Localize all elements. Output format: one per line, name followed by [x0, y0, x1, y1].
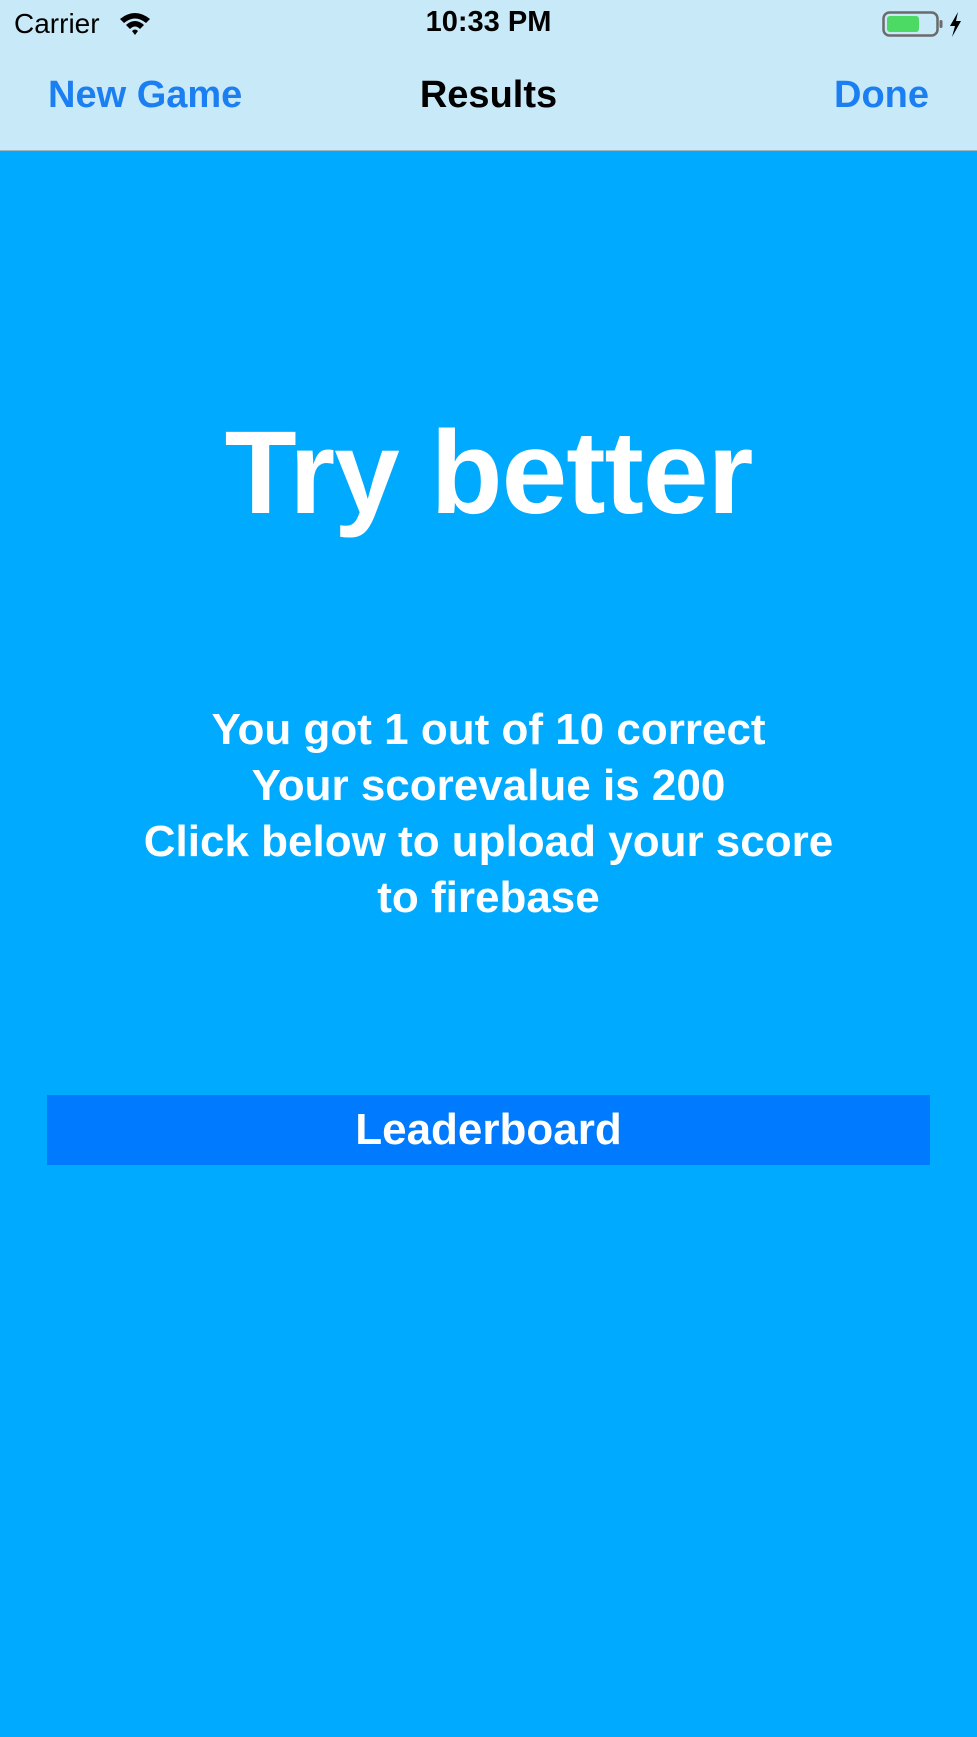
upload-instruction-line-2: to firebase — [377, 873, 600, 922]
score-value-line: Your scorevalue is 200 — [251, 761, 726, 810]
battery-icon — [882, 11, 961, 37]
done-button[interactable]: Done — [834, 74, 929, 117]
result-message: You got 1 out of 10 correct Your scoreva… — [110, 702, 867, 926]
leaderboard-button[interactable]: Leaderboard — [47, 1095, 930, 1165]
navigation-bar: New Game Results Done — [0, 48, 977, 150]
top-bars: Carrier 10:33 PM New Game Results Done — [0, 0, 977, 151]
result-headline: Try better — [224, 407, 754, 539]
page-title: Results — [419, 74, 558, 116]
status-time: 10:33 PM — [425, 6, 552, 38]
charging-bolt-icon — [950, 12, 961, 37]
score-summary-line: You got 1 out of 10 correct — [211, 705, 766, 754]
upload-instruction-line: Click below to upload your score — [143, 817, 834, 866]
status-bar: Carrier 10:33 PM — [0, 0, 977, 48]
